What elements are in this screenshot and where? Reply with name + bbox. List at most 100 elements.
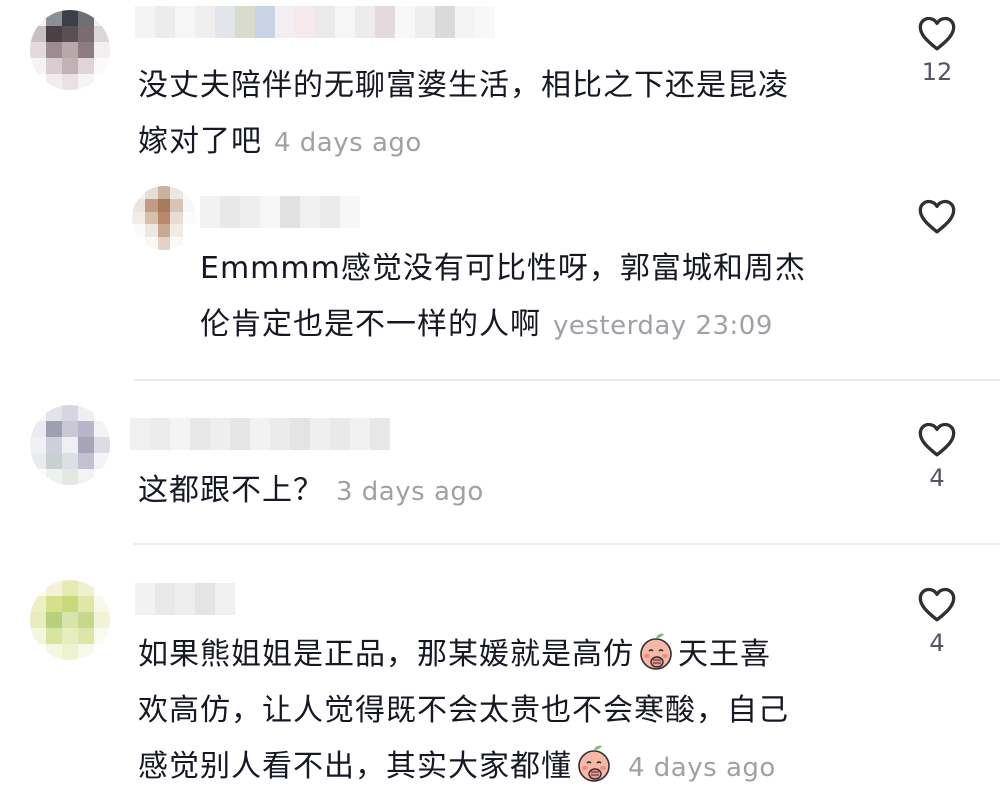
like-count: 4 — [929, 629, 945, 657]
reply-username-blurred[interactable] — [200, 196, 360, 228]
blur-pixel — [157, 198, 171, 212]
reply-text-line: 伦肯定也是不一样的人啊 yesterday 23:09 — [200, 297, 900, 354]
blur-pixel — [78, 580, 94, 596]
blur-pixel — [94, 644, 110, 660]
blur-pixel — [320, 196, 340, 228]
blur-pixel — [78, 628, 94, 644]
blur-pixel — [30, 628, 46, 644]
like-button[interactable]: 4 — [915, 420, 959, 492]
comment-body: 如果熊姐姐是正品，那某媛就是高仿 天王喜 欢高仿，让人觉得既不会太贵也不会寒酸，… — [138, 627, 898, 796]
avatar[interactable] — [30, 405, 110, 485]
blur-pixel — [395, 6, 415, 38]
blur-pixel — [260, 196, 280, 228]
blur-pixel — [190, 418, 210, 450]
blur-pixel — [62, 405, 78, 421]
blur-pixel — [78, 74, 94, 90]
blur-pixel — [94, 453, 110, 469]
blur-pixel — [46, 612, 62, 628]
like-count: 12 — [921, 58, 953, 86]
comment-text-line-1: 如果熊姐姐是正品，那某媛就是高仿 — [138, 637, 634, 672]
blur-pixel — [46, 58, 62, 74]
blur-pixel — [78, 596, 94, 612]
blur-pixel — [270, 418, 290, 450]
blur-pixel — [132, 198, 145, 212]
blur-pixel — [30, 421, 46, 437]
username-blurred[interactable] — [135, 583, 235, 615]
blur-pixel — [46, 469, 62, 485]
comment-timestamp: 4 days ago — [628, 753, 776, 783]
blur-pixel — [30, 469, 46, 485]
blur-pixel — [475, 6, 495, 38]
blur-pixel — [170, 418, 190, 450]
comment-text: 这都跟不上？ — [138, 473, 324, 508]
blur-pixel — [30, 453, 46, 469]
blur-pixel — [170, 186, 184, 199]
username-blurred[interactable] — [130, 418, 390, 450]
reply-timestamp: yesterday 23:09 — [553, 311, 773, 341]
blur-pixel — [94, 628, 110, 644]
blur-pixel — [94, 10, 110, 26]
blur-pixel — [46, 42, 62, 58]
blur-pixel — [46, 26, 62, 42]
blur-pixel — [94, 42, 110, 58]
avatar[interactable] — [30, 580, 110, 660]
avatar[interactable] — [30, 10, 110, 90]
blur-pixel — [30, 42, 46, 58]
blur-pixel — [46, 596, 62, 612]
reply-like-button[interactable] — [915, 197, 959, 235]
comment-text-line: 嫁对了吧 4 days ago — [138, 114, 898, 171]
reply-text-line: Emmmm感觉没有可比性呀，郭富城和周杰 — [200, 251, 806, 286]
blur-pixel — [144, 186, 158, 199]
blur-pixel — [94, 612, 110, 628]
blur-pixel — [415, 6, 435, 38]
like-button[interactable]: 4 — [915, 585, 959, 657]
blur-pixel — [144, 211, 158, 225]
comment-text-line: 如果熊姐姐是正品，那某媛就是高仿 天王喜 — [138, 627, 898, 683]
blur-pixel — [215, 583, 235, 615]
blur-pixel — [170, 224, 184, 238]
reply-avatar[interactable] — [132, 186, 196, 250]
blur-pixel — [94, 580, 110, 596]
blur-pixel — [62, 453, 78, 469]
blur-pixel — [235, 6, 255, 38]
blur-pixel — [132, 186, 145, 199]
blur-pixel — [62, 74, 78, 90]
blur-pixel — [46, 405, 62, 421]
blur-pixel — [135, 583, 155, 615]
blur-pixel — [62, 580, 78, 596]
comment-body: 没丈夫陪伴的无聊富婆生活，相比之下还是昆凌 嫁对了吧 4 days ago — [138, 58, 898, 171]
blur-pixel — [132, 237, 145, 250]
blur-pixel — [94, 405, 110, 421]
blur-pixel — [220, 196, 240, 228]
blur-pixel — [300, 196, 320, 228]
blur-pixel — [250, 418, 270, 450]
comment-text-line-1b: 天王喜 — [678, 637, 771, 672]
username-blurred[interactable] — [135, 6, 495, 38]
blur-pixel — [30, 596, 46, 612]
like-button[interactable]: 12 — [915, 14, 959, 86]
blur-pixel — [46, 74, 62, 90]
blur-pixel — [94, 596, 110, 612]
blur-pixel — [132, 224, 145, 238]
blur-pixel — [170, 237, 184, 250]
blur-pixel — [62, 628, 78, 644]
blur-pixel — [62, 10, 78, 26]
blur-pixel — [46, 437, 62, 453]
blur-pixel — [94, 58, 110, 74]
blur-pixel — [78, 421, 94, 437]
blur-pixel — [94, 469, 110, 485]
blur-pixel — [30, 437, 46, 453]
divider — [134, 379, 1000, 381]
blur-pixel — [195, 6, 215, 38]
blur-pixel — [30, 580, 46, 596]
blur-pixel — [375, 6, 395, 38]
blur-pixel — [157, 237, 171, 250]
blur-pixel — [78, 644, 94, 660]
blur-pixel — [455, 6, 475, 38]
blur-pixel — [78, 58, 94, 74]
blur-pixel — [78, 453, 94, 469]
blur-pixel — [78, 405, 94, 421]
blur-pixel — [30, 10, 46, 26]
blur-pixel — [240, 196, 260, 228]
peach-face-covering-mouth-icon — [636, 631, 676, 671]
